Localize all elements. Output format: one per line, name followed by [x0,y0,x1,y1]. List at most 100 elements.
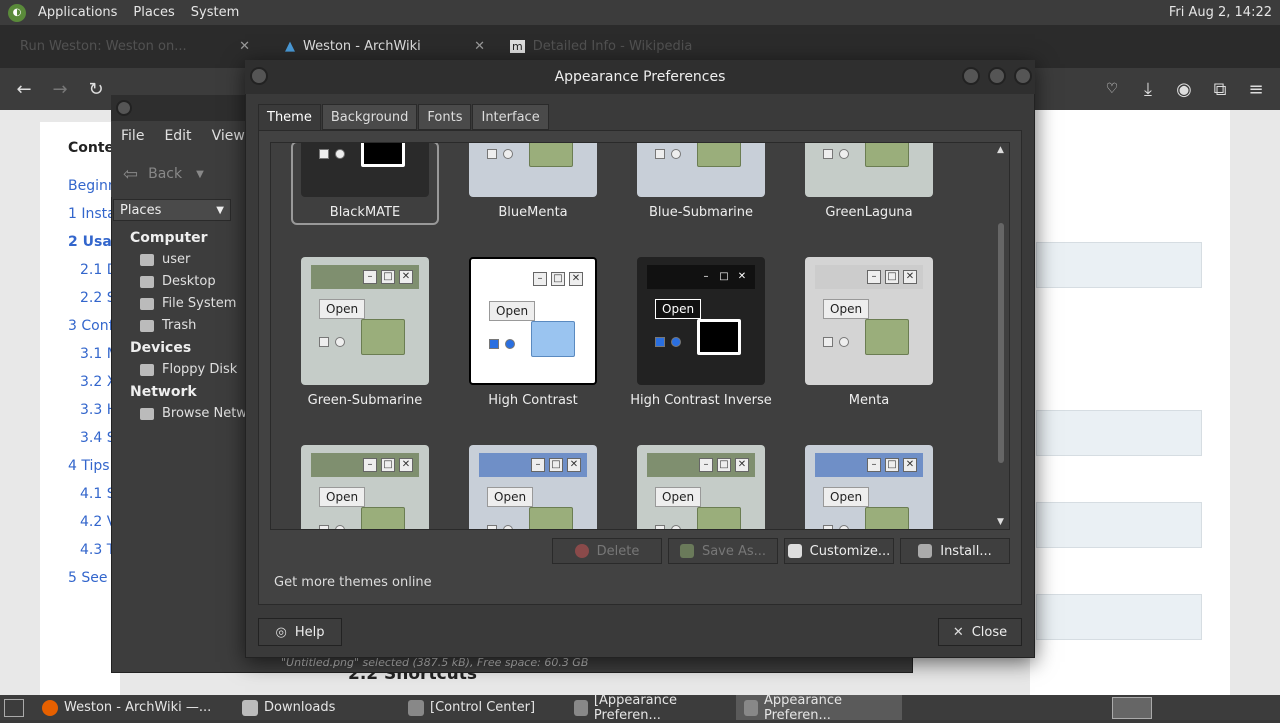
tab-fonts[interactable]: Fonts [418,104,472,130]
tab-label: Run Weston: Weston on... [20,39,187,54]
menu-places[interactable]: Places [125,0,182,25]
scroll-down-icon[interactable]: ▼ [997,517,1004,527]
home-folder-icon [140,253,154,266]
save-as-button[interactable]: Save As... [668,538,778,564]
preview-open-button: Open [823,487,870,507]
minimize-icon: – [867,270,881,284]
minimize-icon: – [531,458,545,472]
close-button[interactable]: ✕ Close [938,618,1022,646]
task-appearance-prefs-active[interactable]: Appearance Preferen... [736,692,902,723]
checkbox-icon [655,149,665,159]
install-button[interactable]: Install... [900,538,1010,564]
caja-menubar: File Edit View [111,121,251,151]
maximize-icon: □ [381,458,395,472]
theme-item[interactable]: – □ ✕ Open Menta [795,257,943,408]
menu-system[interactable]: System [183,0,247,25]
theme-preview: –□ ✕ Open [301,445,429,529]
help-button[interactable]: ◎ Help [258,618,342,646]
close-icon[interactable]: ✕ [239,39,250,54]
theme-gallery[interactable]: –□✕OpenBlackMATE–□✕OpenBlueMenta–□✕OpenB… [270,142,1010,530]
toc-link[interactable]: 4 Tips [68,458,110,474]
toc-link[interactable]: 4.3 T [80,542,115,558]
theme-item[interactable]: –□✕Open BlueMenta [459,143,607,220]
sidebar-item-desktop[interactable]: Desktop [140,274,216,289]
appearance-icon [744,699,758,716]
menu-icon[interactable]: ≡ [1238,79,1274,100]
network-icon [140,407,154,420]
workspace-switcher[interactable] [1112,696,1152,719]
theme-item[interactable]: – □ ✕ Open High Contrast Inverse [627,257,775,408]
theme-item[interactable]: – □ ✕ Open [459,445,607,529]
back-arrow-icon[interactable]: ← [6,79,42,100]
sidebar-item-trash[interactable]: Trash [140,318,196,333]
theme-item[interactable]: – □ ✕ Open [627,445,775,529]
tab-background[interactable]: Background [321,104,418,130]
reload-icon[interactable]: ↻ [78,79,114,100]
scroll-up-icon[interactable]: ▲ [997,145,1004,155]
help-icon: ◎ [275,624,287,640]
task-appearance-prefs[interactable]: [Appearance Preferen... [566,692,736,723]
task-label: Appearance Preferen... [763,692,843,723]
window-menu-icon[interactable] [250,67,268,85]
extensions-icon[interactable]: ⧉ [1202,79,1238,100]
maximize-icon: □ [549,458,563,472]
clock[interactable]: Fri Aug 2, 14:22 [1169,5,1280,20]
minimize-icon[interactable] [962,67,980,85]
mate-logo-icon[interactable]: ◐ [8,3,26,22]
code-box [1036,410,1202,456]
toc-link[interactable]: 5 See [68,570,107,586]
forward-arrow-icon[interactable]: → [42,79,78,100]
menu-applications[interactable]: Applications [30,0,125,25]
theme-name: BlueMenta [498,205,568,220]
maximize-icon: □ [381,270,395,284]
get-more-themes-link[interactable]: Get more themes online [274,575,432,590]
folder-icon [697,143,741,167]
task-control-center[interactable]: [Control Center] [400,695,566,720]
task-downloads[interactable]: Downloads [234,695,400,720]
back-button[interactable]: ⇦ Back ▼ [111,151,245,197]
button-label: Close [971,624,1008,640]
theme-item[interactable]: – □ ✕ Open Green-Submarine [291,257,439,408]
account-icon[interactable]: ◉ [1166,79,1202,100]
sidebar-item-floppy[interactable]: Floppy Disk [140,362,237,377]
delete-button[interactable]: Delete [552,538,662,564]
close-icon[interactable] [1014,67,1032,85]
places-label: Places [120,202,162,218]
task-label: [Appearance Preferen... [593,692,678,723]
scrollbar-thumb[interactable] [998,223,1004,463]
close-icon[interactable]: ✕ [474,39,485,54]
theme-item[interactable]: –□✕Open GreenLaguna [795,143,943,220]
sidebar-item-user[interactable]: user [140,252,190,267]
places-dropdown[interactable]: Places ▼ [113,199,231,221]
download-icon[interactable]: ⤓ [1130,79,1166,100]
radio-icon [503,149,513,159]
sidebar-item-label: Trash [162,318,197,333]
gallery-scrollbar[interactable]: ▲ ▼ [994,143,1008,529]
menu-edit[interactable]: Edit [154,128,201,144]
radio-icon [839,149,849,159]
theme-item[interactable]: – □ ✕ Open [795,445,943,529]
wiki-icon: m [510,40,525,53]
sidebar-item-network[interactable]: Browse Netw... [140,406,258,421]
folder-icon [531,321,575,357]
theme-item[interactable]: – □ ✕ Open [291,445,439,529]
theme-item[interactable]: –□✕Open Blue-Submarine [627,143,775,220]
minimize-icon: – [867,458,881,472]
menu-file[interactable]: File [111,128,154,144]
folder-icon [865,319,909,355]
window-menu-icon[interactable] [116,100,132,116]
browser-tab[interactable]: Run Weston: Weston on... ✕ [10,25,260,68]
close-icon: ✕ [735,458,749,472]
tab-interface[interactable]: Interface [472,104,549,130]
theme-item[interactable]: – □ ✕ Open High Contrast [459,257,607,408]
task-firefox[interactable]: Weston - ArchWiki —... [34,695,234,720]
pocket-icon[interactable]: ♡ [1094,81,1130,97]
show-desktop-icon[interactable] [4,698,24,717]
code-box [1036,242,1202,288]
tab-theme[interactable]: Theme [258,104,321,130]
customize-button[interactable]: Customize... [784,538,894,564]
dialog-title[interactable]: Appearance Preferences [245,60,1035,94]
maximize-icon[interactable] [988,67,1006,85]
sidebar-item-file-system[interactable]: File System [140,296,236,311]
theme-item[interactable]: –□✕OpenBlackMATE [291,143,439,225]
